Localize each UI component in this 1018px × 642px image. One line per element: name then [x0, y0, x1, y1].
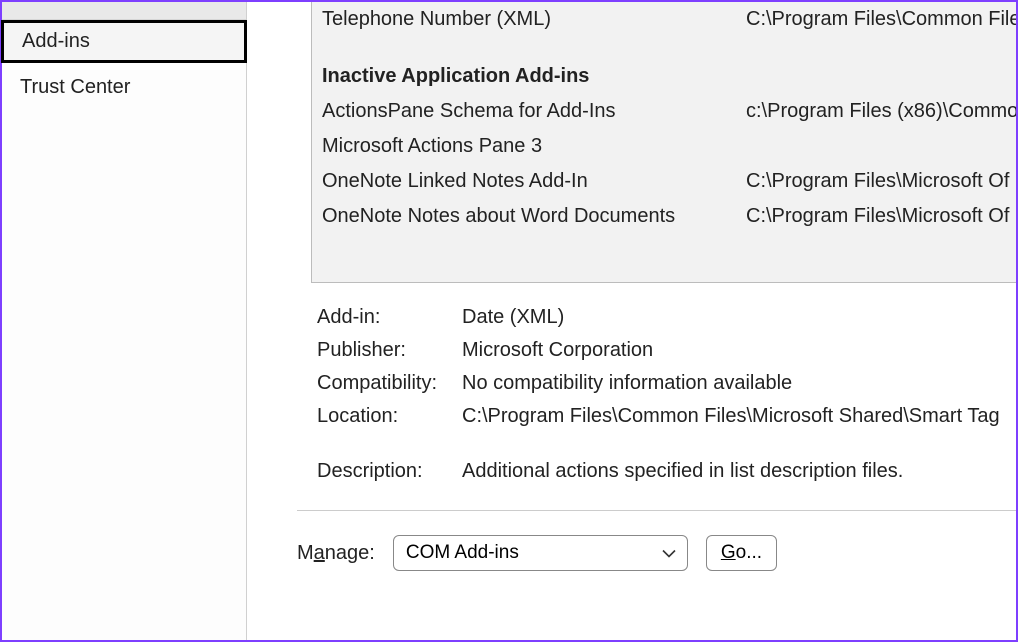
addin-name: OneNote Notes about Word Documents [322, 205, 746, 228]
inactive-addins-header: Inactive Application Add-ins [312, 37, 1016, 94]
manage-row: Manage: Go... [287, 511, 1016, 571]
detail-value: Date (XML) [462, 306, 1016, 329]
detail-label: Publisher: [317, 339, 462, 362]
main-panel: Telephone Number (XML) C:\Program Files\… [247, 2, 1016, 640]
addin-name: OneNote Linked Notes Add-In [322, 170, 746, 193]
manage-select[interactable] [393, 535, 688, 571]
sidebar-item-label: Add-ins [22, 30, 90, 52]
manage-select-wrap [393, 535, 688, 571]
addin-row[interactable]: Microsoft Actions Pane 3 [312, 129, 1016, 164]
addin-row[interactable]: OneNote Linked Notes Add-In C:\Program F… [312, 164, 1016, 199]
detail-location: Location: C:\Program Files\Common Files\… [317, 400, 1016, 433]
addin-location: C:\Program Files\Common File [746, 8, 1016, 31]
manage-label: Manage: [297, 542, 375, 565]
detail-value: Additional actions specified in list des… [462, 460, 1016, 483]
addin-name: Telephone Number (XML) [322, 8, 746, 31]
detail-description: Description: Additional actions specifie… [317, 455, 1016, 488]
addin-location: c:\Program Files (x86)\Commo [746, 100, 1016, 123]
addin-location [746, 135, 1016, 158]
detail-value: C:\Program Files\Common Files\Microsoft … [462, 405, 1016, 428]
addin-row[interactable]: OneNote Notes about Word Documents C:\Pr… [312, 199, 1016, 234]
addin-location: C:\Program Files\Microsoft Of [746, 170, 1016, 193]
sidebar-top-strip [2, 2, 246, 20]
addins-list: Telephone Number (XML) C:\Program Files\… [311, 2, 1016, 283]
detail-label: Description: [317, 460, 462, 483]
detail-label: Compatibility: [317, 372, 462, 395]
addin-details: Add-in: Date (XML) Publisher: Microsoft … [287, 283, 1016, 488]
detail-publisher: Publisher: Microsoft Corporation [317, 334, 1016, 367]
detail-value: Microsoft Corporation [462, 339, 1016, 362]
sidebar-item-addins[interactable]: Add-ins [1, 20, 247, 63]
addin-row[interactable]: Telephone Number (XML) C:\Program Files\… [312, 2, 1016, 37]
sidebar-item-trust-center[interactable]: Trust Center [2, 67, 246, 108]
addin-location: C:\Program Files\Microsoft Of [746, 205, 1016, 228]
addin-row[interactable]: ActionsPane Schema for Add-Ins c:\Progra… [312, 94, 1016, 129]
detail-value: No compatibility information available [462, 372, 1016, 395]
addin-name: ActionsPane Schema for Add-Ins [322, 100, 746, 123]
sidebar-item-label: Trust Center [20, 76, 130, 98]
go-button[interactable]: Go... [706, 535, 777, 571]
detail-label: Location: [317, 405, 462, 428]
detail-label: Add-in: [317, 306, 462, 329]
addin-name: Microsoft Actions Pane 3 [322, 135, 746, 158]
detail-addin: Add-in: Date (XML) [317, 301, 1016, 334]
detail-compatibility: Compatibility: No compatibility informat… [317, 367, 1016, 400]
sidebar: Add-ins Trust Center [2, 2, 247, 640]
